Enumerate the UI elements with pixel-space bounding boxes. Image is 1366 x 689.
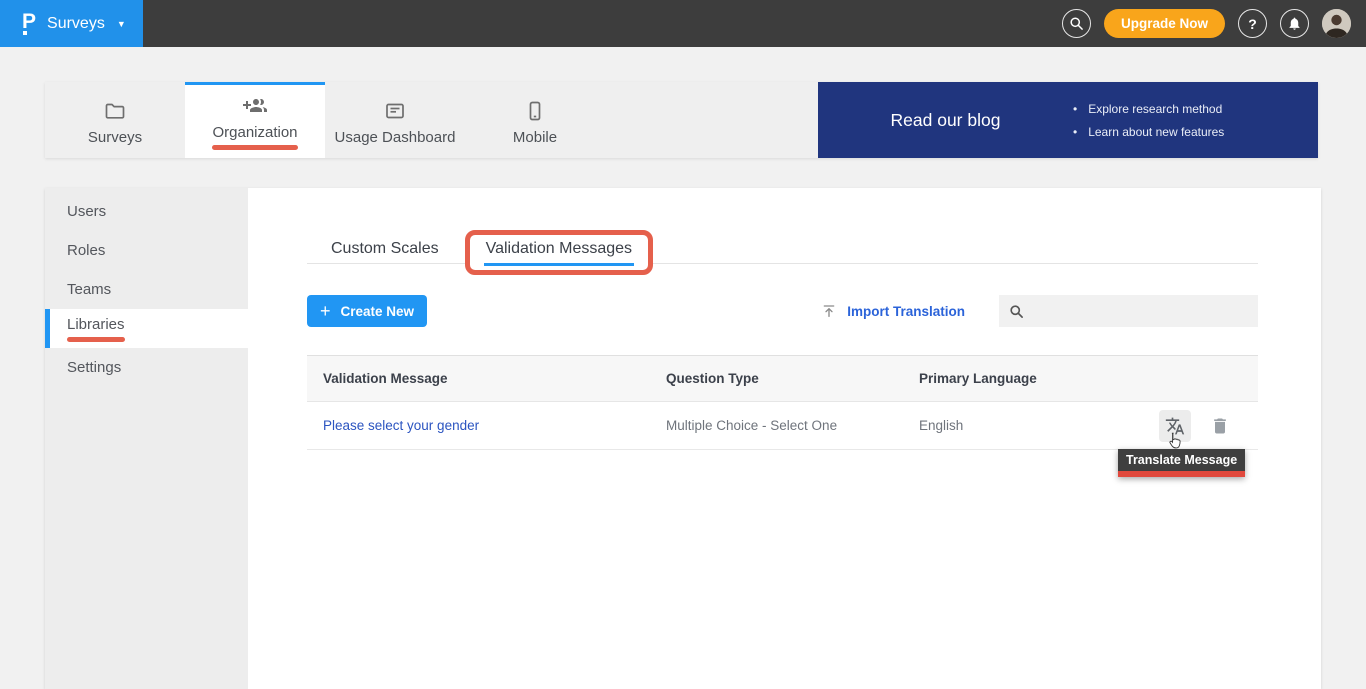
create-new-button[interactable]: + Create New — [307, 295, 427, 327]
toolbar: + Create New Import Translation — [307, 295, 1258, 327]
nav-tab-mobile[interactable]: Mobile — [465, 82, 605, 158]
table-row: Please select your gender Multiple Choic… — [307, 402, 1258, 450]
tooltip-text: Translate Message — [1118, 449, 1245, 471]
column-header-primary-language: Primary Language — [919, 371, 1258, 386]
library-tabs: Custom Scales Validation Messages — [307, 230, 653, 275]
tooltip-annotation-underline — [1118, 471, 1245, 477]
nav-tab-surveys[interactable]: Surveys — [45, 82, 185, 158]
nav-tab-label: Surveys — [88, 129, 142, 146]
translate-message-tooltip: Translate Message — [1118, 449, 1245, 477]
sidebar-item-label: Roles — [67, 242, 105, 259]
libraries-content: Custom Scales Validation Messages + Crea… — [307, 188, 1258, 689]
nav-tab-usage-dashboard[interactable]: Usage Dashboard — [325, 82, 465, 158]
tab-custom-scales[interactable]: Custom Scales — [331, 240, 439, 258]
column-header-validation-message: Validation Message — [323, 371, 666, 386]
blog-promo-banner[interactable]: Read our blog Explore research method Le… — [818, 82, 1318, 158]
search-icon — [1009, 304, 1024, 319]
search-icon — [1069, 16, 1084, 31]
search-input[interactable] — [1031, 304, 1258, 319]
mobile-icon — [523, 99, 547, 123]
upgrade-now-button[interactable]: Upgrade Now — [1104, 9, 1225, 38]
user-avatar[interactable] — [1322, 9, 1351, 38]
sidebar-item-libraries[interactable]: Libraries — [45, 309, 248, 348]
annotation-box-validation-messages: Validation Messages — [465, 230, 653, 275]
sidebar-item-label: Teams — [67, 281, 111, 298]
column-header-question-type: Question Type — [666, 371, 919, 386]
promo-bullet: Explore research method — [1073, 102, 1224, 116]
delete-button[interactable] — [1210, 416, 1230, 436]
folder-icon — [103, 99, 127, 123]
question-mark-icon: ? — [1248, 16, 1257, 32]
sidebar-item-settings[interactable]: Settings — [45, 348, 248, 387]
tab-validation-messages[interactable]: Validation Messages — [484, 240, 634, 266]
upload-icon — [821, 303, 837, 319]
sidebar-item-label: Libraries — [67, 316, 125, 342]
sidebar-item-teams[interactable]: Teams — [45, 270, 248, 309]
product-menu-label: Surveys — [47, 15, 105, 33]
dashboard-icon — [383, 99, 407, 123]
create-new-label: Create New — [340, 304, 414, 319]
table-search — [999, 295, 1258, 327]
translate-icon — [1165, 416, 1185, 436]
product-switcher[interactable]: P Surveys ▼ — [0, 0, 143, 47]
validation-messages-table: Validation Message Question Type Primary… — [307, 355, 1258, 450]
notifications-button[interactable] — [1280, 9, 1309, 38]
organization-sidebar: Users Roles Teams Libraries Settings — [45, 188, 248, 689]
table-header-row: Validation Message Question Type Primary… — [307, 355, 1258, 402]
help-button[interactable]: ? — [1238, 9, 1267, 38]
nav-tab-label: Organization — [212, 124, 297, 150]
trash-icon — [1210, 416, 1230, 436]
organization-panel: Users Roles Teams Libraries Settings Cus… — [45, 188, 1321, 689]
top-bar: P Surveys ▼ Upgrade Now ? — [0, 0, 1366, 47]
import-translation-label: Import Translation — [847, 304, 965, 319]
promo-bullet: Learn about new features — [1073, 125, 1224, 139]
import-translation-link[interactable]: Import Translation — [821, 303, 965, 319]
row-actions — [1159, 410, 1260, 442]
sidebar-item-label: Users — [67, 203, 106, 220]
topbar-actions: Upgrade Now ? — [1062, 9, 1366, 38]
sidebar-item-label: Settings — [67, 359, 121, 376]
bell-icon — [1287, 16, 1302, 31]
search-button[interactable] — [1062, 9, 1091, 38]
promo-bullet-list: Explore research method Learn about new … — [1073, 102, 1224, 139]
sidebar-item-users[interactable]: Users — [45, 192, 248, 231]
group-add-icon — [243, 94, 267, 118]
chevron-down-icon: ▼ — [117, 19, 126, 29]
nav-tab-label: Usage Dashboard — [335, 129, 456, 146]
primary-language-cell: English — [919, 418, 1159, 433]
avatar-photo — [1322, 9, 1351, 38]
nav-tab-label: Mobile — [513, 129, 557, 146]
translate-message-button[interactable] — [1159, 410, 1191, 442]
sidebar-item-roles[interactable]: Roles — [45, 231, 248, 270]
validation-message-link[interactable]: Please select your gender — [323, 418, 666, 433]
toolbar-right: Import Translation — [821, 295, 1258, 327]
plus-icon: + — [320, 302, 331, 320]
question-type-cell: Multiple Choice - Select One — [666, 418, 919, 433]
questionpro-logo: P — [22, 13, 36, 35]
promo-title: Read our blog — [818, 110, 1073, 131]
module-nav-strip: Surveys Organization Usage Dashboard Mob… — [45, 82, 1318, 158]
nav-tab-organization[interactable]: Organization — [185, 82, 325, 158]
